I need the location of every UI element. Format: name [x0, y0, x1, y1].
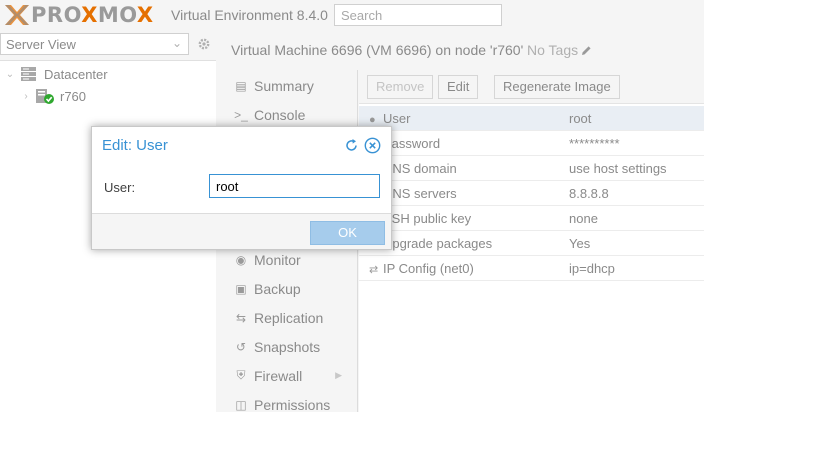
server-stack-icon — [21, 67, 36, 81]
dialog-title: Edit: User — [102, 137, 168, 154]
exchange-icon: ⇄ — [369, 264, 379, 276]
nav-item-label: Monitor — [254, 251, 301, 268]
tree-item-r760[interactable]: › r760 — [20, 86, 86, 106]
chevron-right-icon: ▶ — [335, 370, 342, 380]
row-value: 8.8.8.8 — [569, 186, 609, 201]
dialog-header: Edit: User — [92, 127, 391, 163]
nav-item-permissions[interactable]: ◫ Permissions — [220, 390, 358, 413]
ok-button[interactable]: OK — [310, 221, 385, 245]
nav-item-label: Permissions — [254, 396, 331, 413]
proxmox-logo: PROXMOX — [4, 3, 154, 27]
tags-editor[interactable]: No Tags — [527, 42, 592, 58]
regenerate-image-button[interactable]: Regenerate Image — [494, 75, 620, 99]
row-value: ********** — [569, 136, 620, 151]
unlock-icon: ◫ — [235, 397, 247, 412]
row-key: DNS domain — [383, 161, 457, 176]
nav-item-console[interactable]: >_ Console — [220, 100, 358, 129]
nav-item-label: Summary — [254, 77, 314, 94]
collapse-icon[interactable]: ⌄ — [4, 69, 16, 80]
table-row-ip-config[interactable]: ⇄ IP Config (net0) ip=dhcp — [359, 256, 704, 281]
row-key: SSH public key — [383, 211, 472, 226]
node-online-icon — [36, 89, 54, 104]
proxmox-x-icon — [5, 5, 29, 25]
nav-item-snapshots[interactable]: ↺ Snapshots — [220, 332, 358, 361]
row-key: DNS servers — [383, 186, 457, 201]
search-input[interactable]: Search — [334, 4, 502, 26]
remove-button[interactable]: Remove — [367, 75, 434, 99]
logo-text: PROXMOX — [31, 3, 154, 27]
tree-item-label: Datacenter — [44, 66, 108, 82]
top-bar: PROXMOX Virtual Environment 8.4.0 Search — [0, 0, 704, 30]
edit-user-dialog: Edit: User User: OK — [91, 126, 392, 250]
user-field-label: User: — [104, 180, 136, 195]
vm-title-bar: Virtual Machine 6696 (VM 6696) on node '… — [220, 33, 704, 67]
nav-item-replication[interactable]: ⇆ Replication — [220, 303, 358, 332]
dialog-body: User: — [92, 163, 391, 214]
table-row-dns-domain[interactable]: DNS domain use host settings — [359, 156, 704, 181]
row-value: Yes — [569, 236, 591, 251]
reset-icon[interactable] — [343, 137, 360, 154]
nav-item-label: Console — [254, 106, 306, 123]
view-select[interactable]: Server View ⌄ — [0, 33, 189, 55]
expand-icon[interactable]: › — [20, 91, 32, 102]
close-icon[interactable] — [364, 137, 381, 154]
user-icon: ● — [369, 114, 376, 126]
nav-item-label: Firewall — [254, 367, 303, 384]
row-value: ip=dhcp — [569, 261, 615, 276]
view-select-value: Server View — [6, 37, 76, 52]
table-row-upgrade-packages[interactable]: Upgrade packages Yes — [359, 231, 704, 256]
book-icon: ▤ — [235, 78, 247, 93]
row-value: use host settings — [569, 161, 667, 176]
terminal-icon: >_ — [234, 107, 248, 122]
nav-item-label: Replication — [254, 309, 324, 326]
table-row-password[interactable]: Password ********** — [359, 131, 704, 156]
row-key: Upgrade packages — [383, 236, 493, 251]
row-key: User — [383, 111, 411, 126]
row-value: root — [569, 111, 592, 126]
tree-item-label: r760 — [60, 88, 87, 104]
page-title: Virtual Machine 6696 (VM 6696) on node '… — [231, 42, 524, 58]
tree-item-datacenter[interactable]: ⌄ Datacenter — [4, 64, 108, 84]
nav-item-backup[interactable]: ▣ Backup — [220, 274, 358, 303]
row-value: none — [569, 211, 598, 226]
product-version: Virtual Environment 8.4.0 — [171, 7, 328, 23]
gear-icon[interactable] — [192, 33, 216, 55]
table-row-ssh-key[interactable]: SSH public key none — [359, 206, 704, 231]
edit-button[interactable]: Edit — [438, 75, 479, 99]
history-icon: ↺ — [235, 339, 247, 354]
retweet-icon: ⇆ — [235, 310, 247, 325]
nav-item-summary[interactable]: ▤ Summary — [220, 71, 358, 100]
nav-item-firewall[interactable]: ⛨ Firewall ▶ — [220, 361, 358, 390]
table-row-dns-servers[interactable]: DNS servers 8.8.8.8 — [359, 181, 704, 206]
table-row-user[interactable]: ● User root — [359, 106, 704, 131]
row-key: IP Config (net0) — [383, 261, 474, 276]
tags-label: No Tags — [527, 42, 579, 58]
floppy-icon: ▣ — [235, 281, 247, 296]
eye-icon: ◉ — [235, 252, 247, 267]
toolbar: Remove Edit Regenerate Image — [359, 70, 704, 104]
nav-item-label: Backup — [254, 280, 301, 297]
pencil-icon[interactable] — [581, 45, 592, 56]
shield-icon: ⛨ — [236, 368, 246, 382]
user-field[interactable] — [209, 174, 380, 198]
nav-item-label: Snapshots — [254, 338, 321, 355]
chevron-down-icon: ⌄ — [171, 36, 182, 50]
cloudinit-panel: Remove Edit Regenerate Image ● User root … — [359, 70, 704, 412]
